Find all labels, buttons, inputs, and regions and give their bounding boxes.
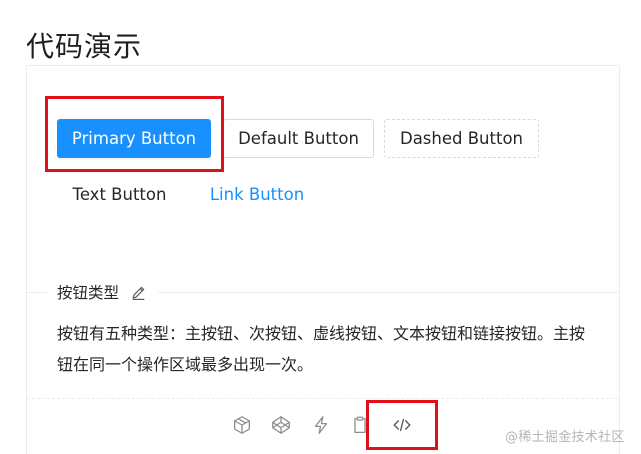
default-button[interactable]: Default Button [223, 119, 374, 158]
stackblitz-icon[interactable] [310, 414, 332, 436]
edit-icon[interactable] [130, 284, 147, 301]
meta-divider-right [158, 292, 619, 293]
demo-description: 按钮有五种类型：主按钮、次按钮、虚线按钮、文本按钮和链接按钮。主按钮在同一个操作… [57, 324, 586, 374]
dashed-button[interactable]: Dashed Button [384, 119, 539, 158]
meta-divider-left [27, 292, 47, 293]
demo-meta-title: 按钮类型 [57, 282, 124, 304]
text-button[interactable]: Text Button [57, 175, 182, 214]
page: 代码演示 Primary Button Default Button Dashe… [0, 0, 641, 454]
page-title: 代码演示 [26, 29, 143, 63]
link-button[interactable]: Link Button [196, 175, 318, 214]
primary-button-annotation-box [45, 96, 224, 172]
codepen-icon[interactable] [270, 414, 292, 436]
actions-divider [27, 398, 619, 399]
watermark: @稀土掘金技术社区 [505, 430, 625, 445]
code-expand-annotation-box [366, 400, 438, 450]
codesandbox-icon[interactable] [231, 414, 253, 436]
